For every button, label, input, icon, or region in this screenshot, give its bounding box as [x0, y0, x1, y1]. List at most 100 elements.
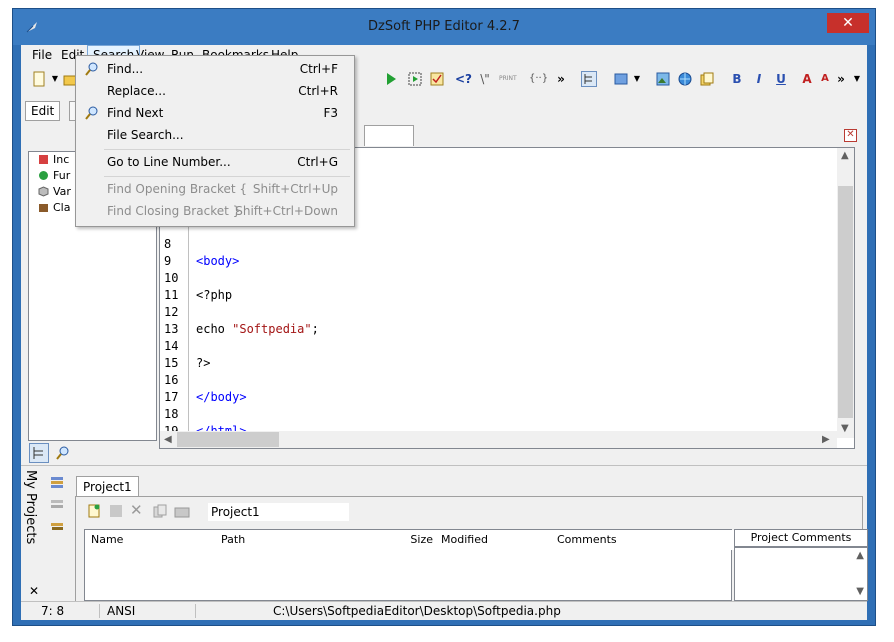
menu-item-find-next[interactable]: Find Next F3 — [78, 102, 352, 124]
search-menu-dropdown: Find... Ctrl+F Replace... Ctrl+R Find Ne… — [75, 55, 355, 227]
projects-books-icon[interactable] — [49, 518, 65, 534]
menu-item-replace[interactable]: Replace... Ctrl+R — [78, 80, 352, 102]
vertical-scroll-thumb[interactable] — [838, 186, 853, 418]
code-text: echo — [196, 322, 233, 336]
code-line: ?> — [196, 355, 210, 372]
toolbar-more-icon[interactable]: » — [553, 71, 569, 87]
menu-item-label: Find Closing Bracket } — [107, 204, 241, 218]
column-header-comments[interactable]: Comments — [551, 530, 735, 550]
underline-icon[interactable]: U — [773, 71, 789, 87]
menu-item-file-search[interactable]: File Search... — [78, 124, 352, 146]
code-tail: ; — [311, 322, 319, 336]
code-text: <body> — [196, 254, 240, 268]
tree-item-label: Fur — [53, 169, 71, 182]
save-project-icon[interactable] — [108, 503, 124, 519]
column-header-path[interactable]: Path — [215, 530, 366, 550]
column-header-modified[interactable]: Modified — [437, 530, 552, 550]
menu-item-find-opening-bracket[interactable]: Find Opening Bracket { Shift+Ctrl+Up — [78, 178, 352, 200]
close-editor-icon[interactable]: ✕ — [844, 129, 857, 142]
menu-item-label: File Search... — [107, 128, 184, 142]
folder-icon[interactable] — [174, 503, 190, 519]
globe-icon[interactable] — [677, 71, 693, 87]
toolbar-options-chevron-icon[interactable]: ▼ — [849, 71, 865, 87]
title-bar[interactable]: DzSoft PHP Editor 4.2.7 ✕ — [13, 9, 875, 45]
menu-item-label: Find Opening Bracket { — [107, 182, 247, 196]
insert-dropdown-chevron-icon[interactable]: ▼ — [629, 71, 645, 87]
scroll-left-icon[interactable]: ◀ — [164, 434, 172, 445]
status-bar: 7: 8 ANSI C:\Users\SoftpediaEditor\Deskt… — [21, 601, 867, 620]
find-next-icon — [85, 106, 98, 120]
horizontal-scroll-thumb[interactable] — [177, 432, 279, 447]
status-cursor-position: 7: 8 — [41, 604, 100, 618]
editor-file-tab[interactable] — [364, 125, 414, 146]
menu-item-label: Go to Line Number... — [107, 155, 231, 169]
project-files-table[interactable]: Name Path Size Modified Comments — [84, 529, 735, 601]
menu-item-shortcut: Shift+Ctrl+Down — [235, 204, 338, 218]
tree-view-toggle-icon[interactable] — [29, 443, 49, 463]
brackets-icon[interactable]: {··} — [529, 71, 548, 87]
line-number: 17 — [164, 390, 179, 404]
copy-icon[interactable] — [152, 503, 168, 519]
new-project-file-icon[interactable] — [86, 503, 102, 519]
insert-icon[interactable] — [613, 71, 629, 87]
menu-item-find[interactable]: Find... Ctrl+F — [78, 58, 352, 80]
vertical-scrollbar[interactable]: ▲ ▼ — [837, 148, 854, 438]
toolbar-more2-icon[interactable]: » — [833, 71, 849, 87]
line-number: 16 — [164, 373, 179, 387]
menu-item-go-to-line[interactable]: Go to Line Number... Ctrl+G — [78, 151, 352, 173]
line-number: 13 — [164, 322, 179, 336]
menu-file[interactable]: File — [27, 45, 57, 66]
italic-icon[interactable]: I — [751, 71, 767, 87]
menu-item-label: Find Next — [107, 106, 164, 120]
tab-project1[interactable]: Project1 — [76, 476, 139, 497]
bold-icon[interactable]: B — [729, 71, 745, 87]
scroll-down-icon[interactable]: ▼ — [841, 423, 849, 434]
image-icon[interactable] — [655, 71, 671, 87]
font-shrink-icon[interactable]: A — [817, 71, 833, 87]
tab-edit[interactable]: Edit — [25, 101, 61, 121]
search-icon[interactable] — [55, 445, 71, 461]
menu-item-find-closing-bracket[interactable]: Find Closing Bracket } Shift+Ctrl+Down — [78, 200, 352, 222]
new-file-icon[interactable] — [31, 71, 47, 87]
delete-icon[interactable]: ✕ — [130, 501, 143, 519]
comments-scroll-up-icon[interactable]: ▲ — [856, 550, 864, 561]
menu-item-label: Find... — [107, 62, 144, 76]
project-panel: ✕ Project1 Name Path Size Modified Comme… — [75, 496, 868, 602]
column-header-size[interactable]: Size — [365, 530, 438, 550]
menu-item-label: Replace... — [107, 84, 166, 98]
new-dropdown-chevron-icon[interactable]: ▼ — [47, 71, 63, 87]
scroll-up-icon[interactable]: ▲ — [841, 150, 849, 161]
line-number: 9 — [164, 254, 172, 268]
comments-scroll-down-icon[interactable]: ▼ — [856, 586, 864, 597]
window-close-button[interactable]: ✕ — [827, 13, 869, 33]
code-text: <?php — [196, 288, 233, 302]
run-step-icon[interactable] — [407, 71, 423, 87]
tree-view-icon[interactable] — [581, 71, 597, 87]
php-tag-icon[interactable]: <? — [455, 71, 472, 87]
line-number: 11 — [164, 288, 179, 302]
window-title: DzSoft PHP Editor 4.2.7 — [368, 19, 520, 34]
horizontal-scrollbar[interactable]: ◀ ▶ — [160, 431, 837, 448]
projects-stack-icon[interactable] — [49, 474, 65, 490]
code-text: </body> — [196, 390, 247, 404]
menu-separator — [104, 176, 350, 177]
menu-item-shortcut: Shift+Ctrl+Up — [252, 182, 338, 196]
project-name-field[interactable]: Project1 — [208, 503, 349, 521]
check-syntax-icon[interactable] — [429, 71, 445, 87]
variables-icon — [38, 186, 49, 197]
scroll-right-icon[interactable]: ▶ — [822, 434, 830, 445]
print-icon[interactable]: PRINT — [499, 71, 517, 87]
my-projects-close-icon[interactable]: ✕ — [29, 584, 39, 598]
copy-file-icon[interactable] — [699, 71, 715, 87]
escape-quote-icon[interactable]: \" — [477, 71, 493, 87]
font-grow-icon[interactable]: A — [799, 71, 815, 87]
run-play-icon[interactable] — [383, 71, 399, 87]
line-number: 12 — [164, 305, 179, 319]
code-line: <?php — [196, 287, 232, 304]
line-number: 15 — [164, 356, 179, 370]
projects-stack-disabled-icon[interactable] — [49, 496, 65, 512]
project-comments-box[interactable]: ▲ ▼ — [734, 547, 868, 601]
menu-item-shortcut: Ctrl+G — [297, 155, 338, 169]
column-header-name[interactable]: Name — [85, 530, 216, 550]
menu-item-shortcut: Ctrl+R — [298, 84, 338, 98]
